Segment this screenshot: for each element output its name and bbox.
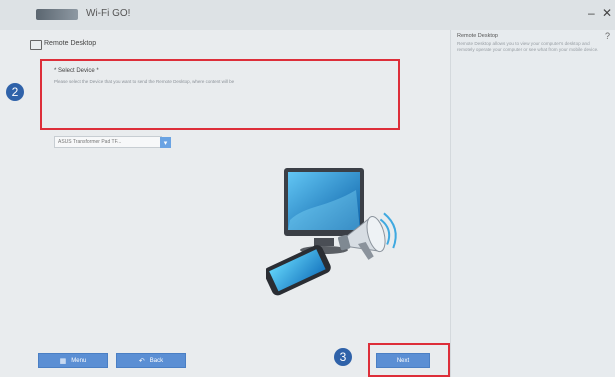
grid-icon: ▦	[59, 357, 67, 365]
select-device-highlight	[40, 59, 400, 130]
back-button-label: Back	[149, 357, 164, 364]
step-2-badge: 2	[6, 83, 24, 101]
remote-desktop-illustration	[266, 168, 397, 296]
back-button[interactable]: ↶ Back	[116, 353, 186, 368]
help-icon[interactable]: ?	[605, 31, 610, 41]
app-window: Wi-Fi GO! – ✕ Remote Desktop * Select De…	[0, 0, 615, 377]
next-button-highlight	[368, 343, 450, 377]
title-bar: Wi-Fi GO! – ✕	[0, 0, 615, 30]
minimize-button[interactable]: –	[588, 6, 595, 20]
section-title: Remote Desktop	[44, 40, 97, 47]
dropdown-arrow-icon[interactable]: ▾	[160, 137, 171, 148]
back-arrow-icon: ↶	[138, 357, 145, 365]
menu-button-label: Menu	[71, 357, 87, 364]
asus-logo	[36, 9, 78, 20]
device-dropdown[interactable]: ASUS Transformer Pad TF... ▾	[54, 136, 171, 148]
device-dropdown-value: ASUS Transformer Pad TF...	[58, 139, 122, 145]
app-title: Wi-Fi GO!	[86, 8, 131, 19]
menu-button[interactable]: ▦ Menu	[38, 353, 108, 368]
right-info-panel: Remote Desktop ? Remote Desktop allows y…	[450, 30, 615, 377]
step-3-badge: 3	[334, 348, 352, 366]
close-button[interactable]: ✕	[602, 6, 612, 20]
info-description: Remote Desktop allows you to view your c…	[457, 41, 599, 52]
info-title: Remote Desktop	[457, 33, 498, 39]
remote-desktop-icon	[30, 40, 42, 50]
